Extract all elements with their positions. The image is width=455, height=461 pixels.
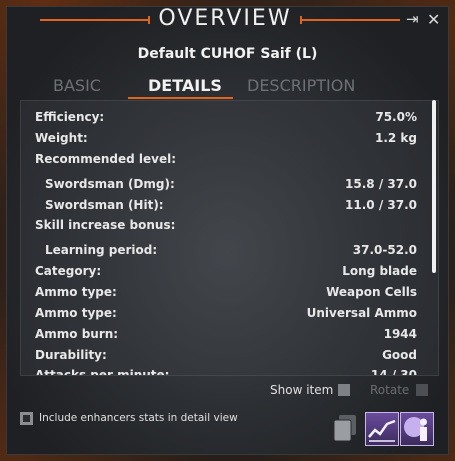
copy-button[interactable] <box>332 414 358 442</box>
chart-button[interactable] <box>365 412 399 446</box>
tab-details[interactable]: DETAILS <box>148 76 222 95</box>
detail-value: Good <box>382 348 417 362</box>
detail-row: Learning period: 37.0-52.0 <box>21 243 417 261</box>
title-rule-right <box>300 19 400 21</box>
detail-row: Category: Long blade <box>21 264 417 282</box>
show-item-label: Show item <box>270 383 334 397</box>
detail-label: Attacks per minute: <box>35 368 170 376</box>
window-frame: OVERVIEW ⇥ ✕ Default CUHOF Saif (L) BASI… <box>0 0 455 461</box>
detail-label: Skill increase bonus: <box>35 218 176 232</box>
include-enhancers-checkbox[interactable] <box>20 412 33 425</box>
pin-icon[interactable]: ⇥ <box>406 10 419 28</box>
detail-value: Universal Ammo <box>306 306 417 320</box>
detail-row: Swordsman (Dmg): 15.8 / 37.0 <box>21 177 417 195</box>
include-enhancers-label: Include enhancers stats in detail view <box>39 412 238 424</box>
detail-value: 1.2 kg <box>374 131 417 145</box>
detail-row: Swordsman (Hit): 11.0 / 37.0 <box>21 198 417 216</box>
detail-row: Durability: Good <box>21 348 417 366</box>
title-rule-left <box>40 19 148 21</box>
detail-label: Learning period: <box>45 243 158 257</box>
detail-label: Ammo burn: <box>35 327 119 341</box>
detail-value: 1944 <box>383 327 417 341</box>
rotate-checkbox[interactable] <box>416 384 428 396</box>
detail-row: Attacks per minute: 14 / 30 <box>21 368 417 376</box>
details-scrollbar[interactable] <box>432 100 436 273</box>
details-panel[interactable]: Efficiency: 75.0% Weight: 1.2 kg Recomme… <box>20 100 439 376</box>
detail-label: Recommended level: <box>35 152 177 166</box>
info-icon <box>404 417 427 441</box>
detail-row: Ammo type: Weapon Cells <box>21 285 417 303</box>
detail-row: Skill increase bonus: <box>21 218 417 236</box>
show-item-checkbox[interactable] <box>338 384 350 396</box>
detail-row: Weight: 1.2 kg <box>21 131 417 149</box>
rotate-label: Rotate <box>370 383 410 397</box>
detail-label: Swordsman (Dmg): <box>45 177 175 191</box>
line-chart-icon <box>368 419 396 442</box>
detail-value: 75.0% <box>375 110 417 124</box>
detail-value: 14 / 30 <box>370 368 417 376</box>
window-title: OVERVIEW <box>158 6 292 31</box>
detail-row: Efficiency: 75.0% <box>21 110 417 128</box>
info-button[interactable] <box>400 412 434 446</box>
detail-row: Ammo burn: 1944 <box>21 327 417 345</box>
detail-value: Weapon Cells <box>326 285 417 299</box>
detail-label: Ammo type: <box>35 306 117 320</box>
active-tab-indicator <box>128 97 233 99</box>
close-icon[interactable]: ✕ <box>427 10 440 29</box>
detail-label: Efficiency: <box>35 110 105 124</box>
detail-label: Swordsman (Hit): <box>45 198 164 212</box>
tab-basic[interactable]: BASIC <box>53 76 101 95</box>
detail-label: Weight: <box>35 131 88 145</box>
detail-row: Recommended level: <box>21 152 417 170</box>
detail-value: 11.0 / 37.0 <box>345 198 417 212</box>
copy-icon <box>333 415 356 442</box>
detail-label: Ammo type: <box>35 285 117 299</box>
detail-value: 37.0-52.0 <box>352 243 417 257</box>
detail-row: Ammo type: Universal Ammo <box>21 306 417 324</box>
detail-label: Durability: <box>35 348 107 362</box>
detail-label: Category: <box>35 264 102 278</box>
tab-description[interactable]: DESCRIPTION <box>247 76 355 95</box>
detail-value: Long blade <box>342 264 417 278</box>
detail-value: 15.8 / 37.0 <box>345 177 417 191</box>
item-name: Default CUHOF Saif (L) <box>137 46 318 62</box>
